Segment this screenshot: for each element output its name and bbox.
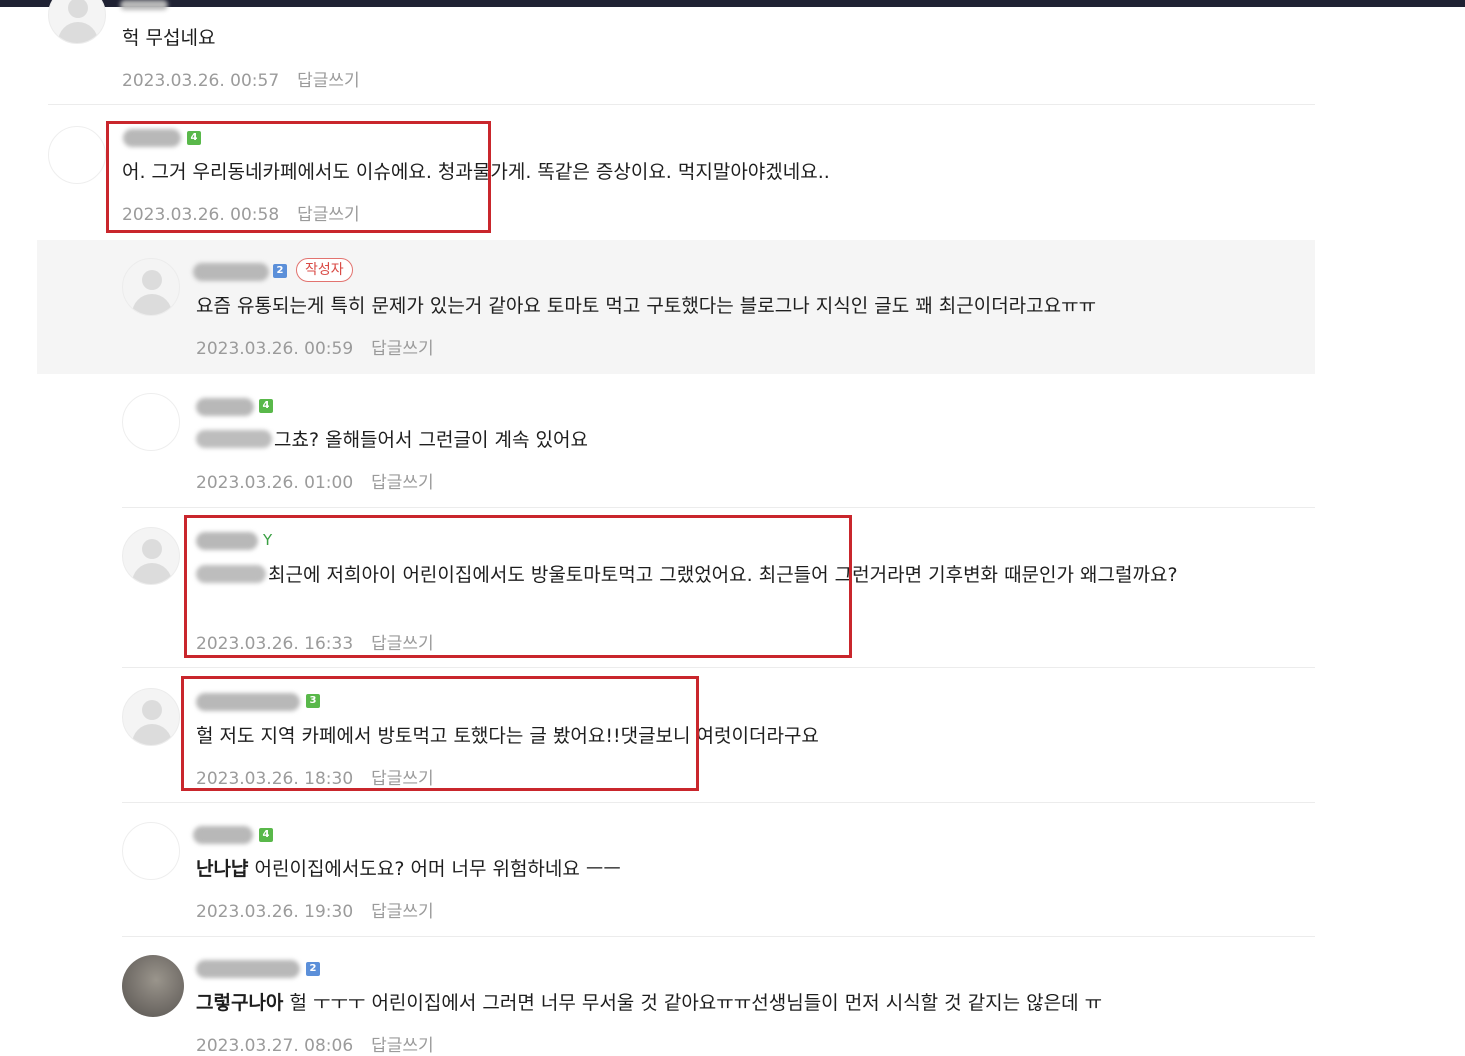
comment-date: 2023.03.26. 19:30	[196, 902, 354, 922]
comment-text-wrapper: 난나냡 어린이집에서도요? 어머 너무 위험하네요 ㅡㅡ	[196, 855, 621, 883]
reply-button[interactable]: 답글쓰기	[297, 71, 360, 91]
comment-text: 그쵸? 올해들어서 그런글이 계속 있어요	[274, 429, 588, 451]
comment-meta: 2023.03.26. 00:59 답글쓰기	[196, 334, 434, 359]
comment-date: 2023.03.26. 01:00	[196, 473, 354, 493]
comment-date: 2023.03.27. 08:06	[196, 1036, 354, 1056]
author-tag: 작성자	[296, 258, 353, 282]
divider	[122, 667, 1315, 668]
avatar[interactable]	[122, 527, 180, 585]
comment-text-wrapper: 그렇구나아 헐 ㅜㅜㅜ 어린이집에서 그러면 너무 무서울 것 같아요ㅠㅠ선생님…	[196, 989, 1102, 1017]
divider	[122, 507, 1315, 508]
avatar[interactable]	[48, 126, 106, 184]
nickname-redacted[interactable]	[196, 960, 300, 978]
reply-button[interactable]: 답글쓰기	[371, 1036, 434, 1056]
highlight-box	[106, 121, 491, 233]
member-level-badge: 2	[306, 962, 320, 976]
nickname-redacted[interactable]	[193, 263, 269, 281]
avatar[interactable]	[122, 393, 180, 451]
comment-date: 2023.03.26. 00:59	[196, 339, 354, 359]
member-level-badge: 4	[259, 399, 273, 413]
reply-button[interactable]: 답글쓰기	[371, 473, 434, 493]
divider	[48, 104, 1315, 105]
comment-meta: 2023.03.26. 00:57 답글쓰기	[122, 66, 360, 91]
mention-nickname[interactable]: 난나냡	[196, 858, 248, 880]
comment-date: 2023.03.26. 00:57	[122, 71, 280, 91]
highlight-box	[181, 676, 699, 791]
nickname-redacted[interactable]	[193, 826, 253, 844]
highlight-box	[184, 515, 852, 658]
member-level-badge: 2	[273, 264, 287, 278]
comment-text-wrapper: 그쵸? 올해들어서 그런글이 계속 있어요	[196, 426, 588, 454]
avatar[interactable]	[122, 688, 180, 746]
member-level-badge: 4	[259, 828, 273, 842]
comment-meta: 2023.03.27. 08:06 답글쓰기	[196, 1031, 434, 1056]
comment-text: 헐 ㅜㅜㅜ 어린이집에서 그러면 너무 무서울 것 같아요ㅠㅠ선생님들이 먼저 …	[289, 992, 1103, 1014]
comment-text: 어린이집에서도요? 어머 너무 위험하네요 ㅡㅡ	[254, 858, 621, 880]
mention-nickname[interactable]: 그렇구나아	[196, 992, 283, 1014]
top-bar	[0, 0, 1465, 7]
avatar[interactable]	[122, 955, 184, 1017]
comment-text: 요즘 유통되는게 특히 문제가 있는거 같아요 토마토 먹고 구토했다는 블로그…	[196, 295, 1097, 317]
avatar[interactable]	[122, 822, 180, 880]
comment-meta: 2023.03.26. 19:30 답글쓰기	[196, 897, 434, 922]
reply-button[interactable]: 답글쓰기	[371, 902, 434, 922]
nickname-redacted[interactable]	[120, 0, 168, 10]
divider	[122, 936, 1315, 937]
divider	[122, 802, 1315, 803]
reply-button[interactable]: 답글쓰기	[371, 339, 434, 359]
comment-text: 헉 무섭네요	[122, 27, 216, 49]
nickname-redacted[interactable]	[196, 398, 254, 416]
comment-meta: 2023.03.26. 01:00 답글쓰기	[196, 468, 434, 493]
mention-redacted	[196, 430, 272, 448]
avatar[interactable]	[48, 0, 106, 44]
avatar[interactable]	[122, 258, 180, 316]
